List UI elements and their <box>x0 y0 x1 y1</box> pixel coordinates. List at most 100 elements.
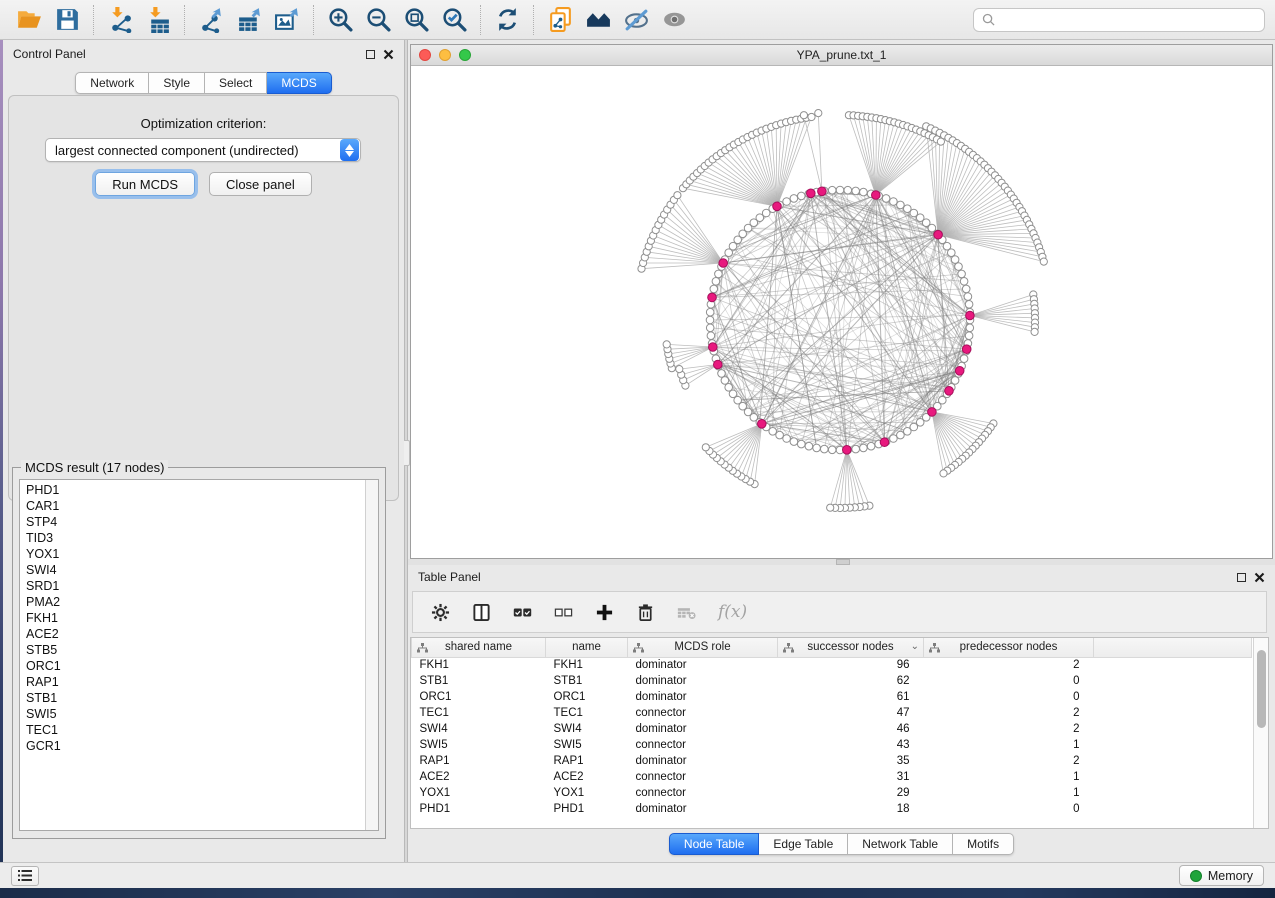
cell-name[interactable]: ACE2 <box>546 769 628 785</box>
column-header-successor-nodes[interactable]: successor nodes⌄ <box>778 638 924 657</box>
column-header-name[interactable]: name <box>546 638 628 657</box>
result-node-item[interactable]: CAR1 <box>26 498 378 514</box>
export-table-icon[interactable] <box>230 3 268 37</box>
cell-name[interactable]: FKH1 <box>546 657 628 673</box>
table-scrollbar[interactable] <box>1253 638 1268 828</box>
result-node-item[interactable]: RAP1 <box>26 674 378 690</box>
cell-successor[interactable]: 43 <box>778 737 924 753</box>
cell-successor[interactable]: 18 <box>778 801 924 817</box>
result-node-item[interactable]: GCR1 <box>26 738 378 754</box>
cell-name[interactable]: TEC1 <box>546 705 628 721</box>
cell-successor[interactable]: 61 <box>778 689 924 705</box>
cell-predecessor[interactable]: 2 <box>924 657 1094 673</box>
memory-button[interactable]: Memory <box>1179 865 1264 886</box>
cell-successor[interactable]: 47 <box>778 705 924 721</box>
import-table-icon[interactable] <box>139 3 177 37</box>
zoom-fit-icon[interactable] <box>397 3 435 37</box>
cell-mcds_role[interactable]: connector <box>628 705 778 721</box>
cell-predecessor[interactable]: 1 <box>924 785 1094 801</box>
mcds-result-listbox[interactable]: PHD1CAR1STP4TID3YOX1SWI4SRD1PMA2FKH1ACE2… <box>19 479 379 831</box>
float-panel-icon[interactable] <box>1237 573 1246 582</box>
result-node-item[interactable]: TID3 <box>26 530 378 546</box>
run-mcds-button[interactable]: Run MCDS <box>95 172 195 196</box>
open-file-icon[interactable] <box>10 3 48 37</box>
delete-columns-icon[interactable] <box>636 603 655 622</box>
result-node-item[interactable]: ACE2 <box>26 626 378 642</box>
table-row[interactable]: ORC1ORC1dominator610 <box>412 689 1252 705</box>
deselect-all-rows-icon[interactable] <box>554 603 573 622</box>
cell-predecessor[interactable]: 0 <box>924 801 1094 817</box>
zoom-in-icon[interactable] <box>321 3 359 37</box>
result-node-item[interactable]: SRD1 <box>26 578 378 594</box>
float-panel-icon[interactable] <box>366 50 375 59</box>
table-row[interactable]: SWI5SWI5connector431 <box>412 737 1252 753</box>
scrollbar-thumb[interactable] <box>1257 650 1266 728</box>
result-node-item[interactable]: TEC1 <box>26 722 378 738</box>
cell-mcds_role[interactable]: dominator <box>628 753 778 769</box>
cell-mcds_role[interactable]: dominator <box>628 721 778 737</box>
table-options-icon[interactable] <box>431 603 450 622</box>
table-row[interactable]: ACE2ACE2connector311 <box>412 769 1252 785</box>
cell-mcds_role[interactable]: dominator <box>628 689 778 705</box>
cell-predecessor[interactable]: 1 <box>924 769 1094 785</box>
table-row[interactable]: STB1STB1dominator620 <box>412 673 1252 689</box>
cell-predecessor[interactable]: 0 <box>924 689 1094 705</box>
cell-shared_name[interactable]: PHD1 <box>412 801 546 817</box>
cell-successor[interactable]: 35 <box>778 753 924 769</box>
result-node-item[interactable]: YOX1 <box>26 546 378 562</box>
table-row[interactable]: SWI4SWI4dominator462 <box>412 721 1252 737</box>
zoom-out-icon[interactable] <box>359 3 397 37</box>
result-node-item[interactable]: STB5 <box>26 642 378 658</box>
result-node-item[interactable]: SWI5 <box>26 706 378 722</box>
close-panel-button[interactable]: Close panel <box>209 172 312 196</box>
cell-successor[interactable]: 31 <box>778 769 924 785</box>
column-header-predecessor-nodes[interactable]: predecessor nodes <box>924 638 1094 657</box>
cell-predecessor[interactable]: 0 <box>924 673 1094 689</box>
cell-successor[interactable]: 46 <box>778 721 924 737</box>
result-node-item[interactable]: FKH1 <box>26 610 378 626</box>
cell-shared_name[interactable]: YOX1 <box>412 785 546 801</box>
result-node-item[interactable]: SWI4 <box>26 562 378 578</box>
result-node-item[interactable]: STB1 <box>26 690 378 706</box>
table-row[interactable]: FKH1FKH1dominator962 <box>412 657 1252 673</box>
cell-shared_name[interactable]: ACE2 <box>412 769 546 785</box>
result-node-item[interactable]: STP4 <box>26 514 378 530</box>
cell-name[interactable]: PHD1 <box>546 801 628 817</box>
cell-name[interactable]: RAP1 <box>546 753 628 769</box>
column-header-shared-name[interactable]: shared name <box>412 638 546 657</box>
import-network-icon[interactable] <box>101 3 139 37</box>
first-neighbors-icon[interactable] <box>579 3 617 37</box>
cell-mcds_role[interactable]: dominator <box>628 801 778 817</box>
new-network-from-selection-icon[interactable] <box>541 3 579 37</box>
cell-mcds_role[interactable]: connector <box>628 737 778 753</box>
cell-name[interactable]: SWI4 <box>546 721 628 737</box>
cell-successor[interactable]: 29 <box>778 785 924 801</box>
cell-name[interactable]: ORC1 <box>546 689 628 705</box>
cell-shared_name[interactable]: TEC1 <box>412 705 546 721</box>
export-image-icon[interactable] <box>268 3 306 37</box>
table-row[interactable]: RAP1RAP1dominator352 <box>412 753 1252 769</box>
cell-shared_name[interactable]: RAP1 <box>412 753 546 769</box>
tab-style[interactable]: Style <box>149 72 205 94</box>
cell-shared_name[interactable]: FKH1 <box>412 657 546 673</box>
network-window-titlebar[interactable]: YPA_prune.txt_1 <box>411 45 1272 66</box>
tab-node-table[interactable]: Node Table <box>669 833 760 855</box>
cell-name[interactable]: YOX1 <box>546 785 628 801</box>
cell-mcds_role[interactable]: connector <box>628 785 778 801</box>
search-input[interactable] <box>1001 13 1256 27</box>
cell-successor[interactable]: 62 <box>778 673 924 689</box>
select-all-rows-icon[interactable] <box>513 603 532 622</box>
show-all-icon[interactable] <box>655 3 693 37</box>
criterion-dropdown[interactable]: largest connected component (undirected) <box>45 138 361 162</box>
tab-network[interactable]: Network <box>75 72 149 94</box>
tab-motifs[interactable]: Motifs <box>953 833 1014 855</box>
result-node-item[interactable]: PMA2 <box>26 594 378 610</box>
zoom-selected-icon[interactable] <box>435 3 473 37</box>
result-node-item[interactable]: ORC1 <box>26 658 378 674</box>
cell-mcds_role[interactable]: connector <box>628 769 778 785</box>
mcds-list-scrollbar[interactable] <box>365 480 378 830</box>
tab-select[interactable]: Select <box>205 72 267 94</box>
cell-predecessor[interactable]: 2 <box>924 705 1094 721</box>
close-panel-icon[interactable] <box>383 49 394 60</box>
task-history-button[interactable] <box>11 866 39 886</box>
